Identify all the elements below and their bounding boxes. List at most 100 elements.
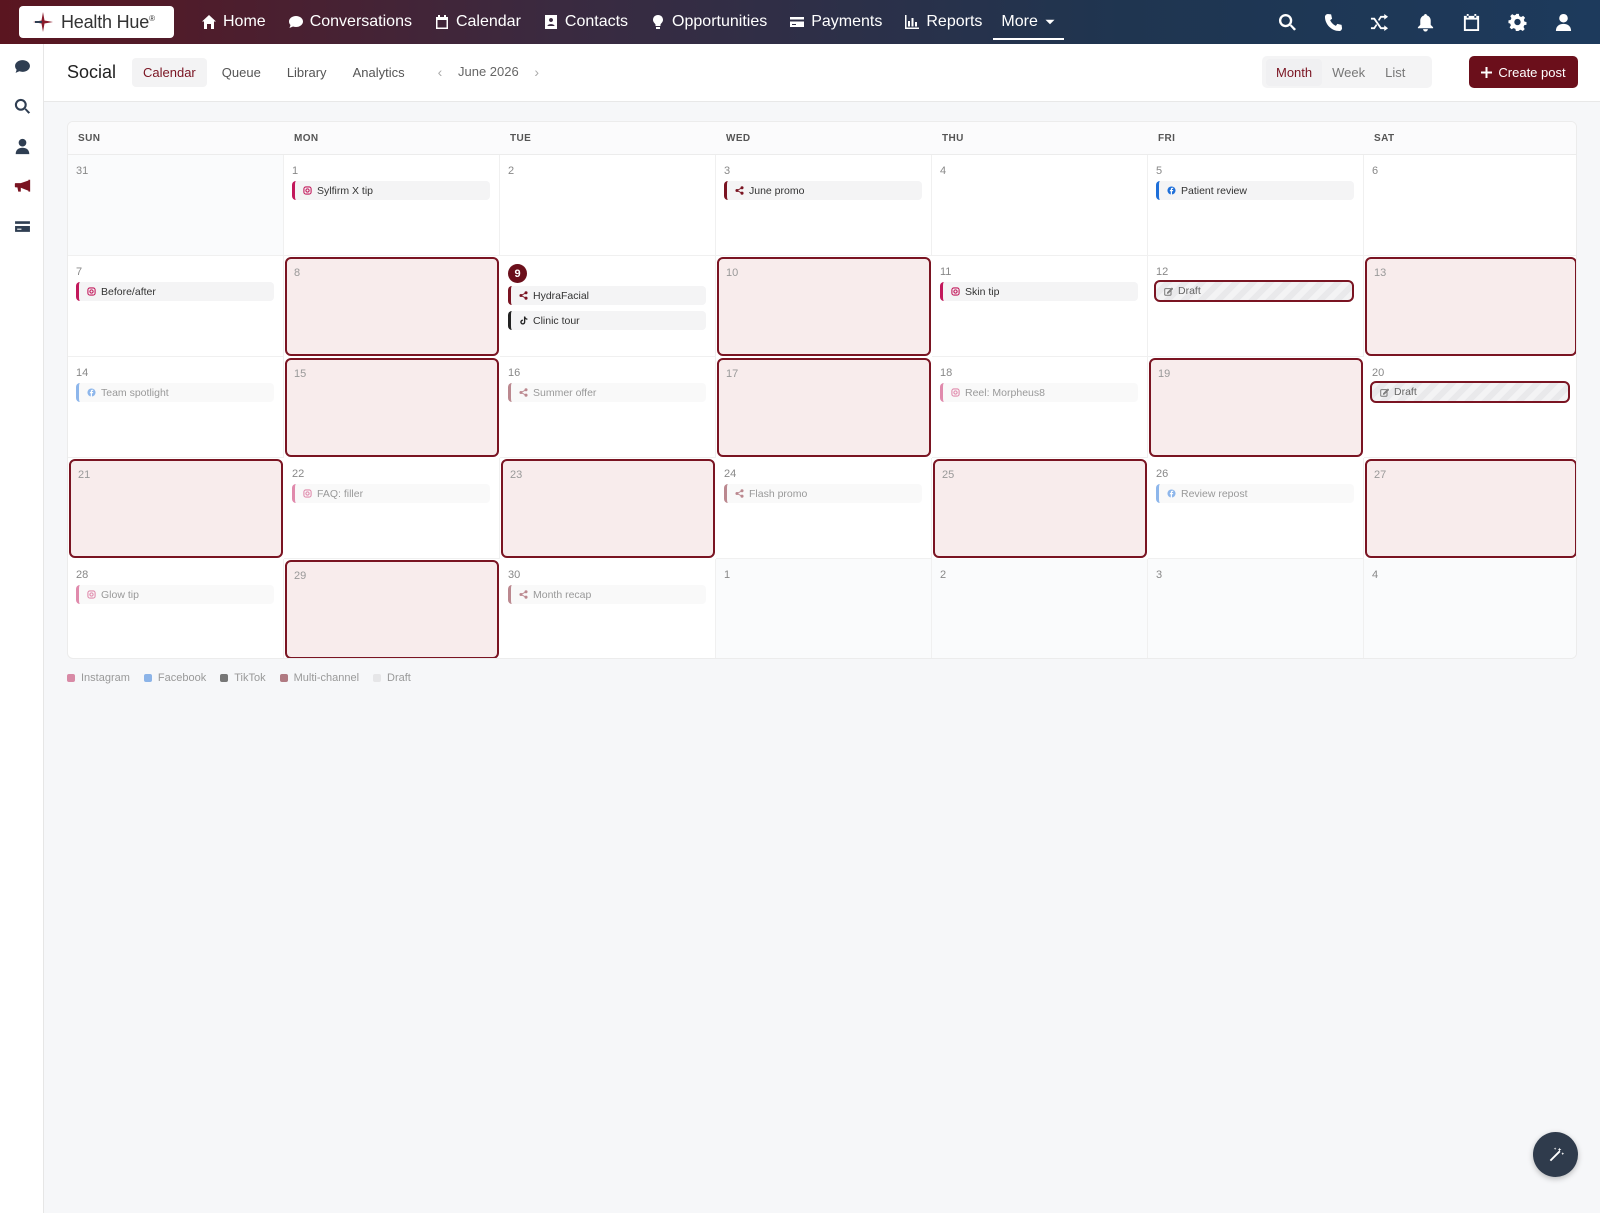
calendar-day-cell[interactable]: 1 Sylfirm X tip	[284, 155, 500, 256]
nav-home[interactable]: Home	[190, 0, 277, 44]
calendar-day-cell[interactable]: 22 FAQ: filler	[284, 458, 500, 559]
post-chip-multi-channel[interactable]: Summer offer	[508, 383, 706, 402]
post-chip-multi-channel[interactable]: HydraFacial	[508, 286, 706, 305]
rail-contacts[interactable]	[12, 136, 32, 156]
post-chip-multi-channel[interactable]: Month recap	[508, 585, 706, 604]
nav-search-button[interactable]	[1264, 0, 1310, 44]
create-post-button[interactable]: Create post	[1469, 56, 1578, 88]
post-chip-draft[interactable]: Draft	[1154, 280, 1354, 302]
post-chip-multi-channel[interactable]: June promo	[724, 181, 922, 200]
rail-payments[interactable]	[12, 216, 32, 236]
tab-calendar[interactable]: Calendar	[132, 58, 207, 87]
nav-settings-button[interactable]	[1494, 0, 1540, 44]
health-hue-logo-icon	[32, 11, 54, 33]
calendar-day-cell[interactable]: 20 Draft	[1364, 357, 1576, 458]
post-chip-instagram[interactable]: Reel: Morpheus8	[940, 383, 1138, 402]
nav-phone-button[interactable]	[1310, 0, 1356, 44]
calendar-day-cell[interactable]: 15	[285, 358, 499, 457]
calendar-day-cell[interactable]: 26 Review repost	[1148, 458, 1364, 559]
post-chip-instagram[interactable]: Sylfirm X tip	[292, 181, 490, 200]
post-chip-draft[interactable]: Draft	[1370, 381, 1570, 403]
post-chip-instagram[interactable]: FAQ: filler	[292, 484, 490, 503]
nav-payments[interactable]: Payments	[778, 0, 893, 44]
post-chip-facebook[interactable]: Team spotlight	[76, 383, 274, 402]
calendar-day-cell[interactable]: 25	[933, 459, 1147, 558]
calendar-day-cell[interactable]: 9 HydraFacial Clinic tour	[500, 256, 716, 357]
calendar-day-cell[interactable]: 24 Flash promo	[716, 458, 932, 559]
calendar-day-cell[interactable]: 28 Glow tip	[68, 559, 284, 658]
today-badge: 9	[508, 264, 527, 283]
calendar-day-cell[interactable]: 2	[932, 559, 1148, 658]
post-chip-instagram[interactable]: Skin tip	[940, 282, 1138, 301]
post-chip-label: Sylfirm X tip	[317, 184, 374, 197]
calendar-day-cell[interactable]: 30 Month recap	[500, 559, 716, 658]
calendar-day-cell[interactable]: 16 Summer offer	[500, 357, 716, 458]
legend-label: TikTok	[234, 672, 266, 684]
post-chip-multi-channel[interactable]: Flash promo	[724, 484, 922, 503]
calendar-day-cell[interactable]: 13	[1365, 257, 1576, 356]
post-chip-label: Review repost	[1181, 487, 1248, 500]
calendar-icon	[1463, 13, 1479, 31]
calendar-day-cell[interactable]: 17	[717, 358, 931, 457]
view-week-button[interactable]: Week	[1322, 59, 1375, 86]
nav-shuffle-button[interactable]	[1356, 0, 1402, 44]
post-chip-facebook[interactable]: Review repost	[1156, 484, 1354, 503]
calendar-day-cell[interactable]: 7 Before/after	[68, 256, 284, 357]
rail-search[interactable]	[12, 96, 32, 116]
month-label: June 2026	[458, 64, 519, 79]
calendar-day-cell[interactable]: 4	[1364, 559, 1576, 658]
nav-notifications-button[interactable]	[1402, 0, 1448, 44]
nav-calendar-button[interactable]	[1448, 0, 1494, 44]
calendar-day-cell[interactable]: 3 June promo	[716, 155, 932, 256]
day-number: 28	[76, 569, 89, 581]
calendar-day-cell[interactable]: 12 Draft	[1148, 256, 1364, 357]
nav-reports[interactable]: Reports	[893, 0, 993, 44]
calendar-day-cell[interactable]: 1	[716, 559, 932, 658]
nav-conversations[interactable]: Conversations	[277, 0, 423, 44]
legend-item: Instagram	[67, 672, 130, 684]
nav-home-label: Home	[223, 13, 266, 30]
nav-contacts[interactable]: Contacts	[532, 0, 639, 44]
bell-icon	[1417, 13, 1433, 32]
view-month-button[interactable]: Month	[1266, 58, 1323, 86]
brand-logo[interactable]: Health Hue®	[19, 6, 174, 38]
calendar-day-cell[interactable]: 31	[68, 155, 284, 256]
calendar-day-cell[interactable]: 27	[1365, 459, 1576, 558]
calendar-day-cell[interactable]: 29	[285, 560, 499, 658]
day-number: 4	[940, 165, 947, 177]
post-chip-facebook[interactable]: Patient review	[1156, 181, 1354, 200]
nav-more[interactable]: More	[993, 0, 1065, 44]
rail-social[interactable]	[12, 176, 32, 196]
calendar-day-cell[interactable]: 3	[1148, 559, 1364, 658]
tab-analytics[interactable]: Analytics	[342, 58, 416, 87]
calendar-day-cell[interactable]: 14 Team spotlight	[68, 357, 284, 458]
top-nav: Health Hue® Home Conversations Calendar …	[0, 0, 1600, 44]
chevron-right-icon[interactable]: ›	[531, 64, 543, 80]
calendar-day-cell[interactable]: 23	[501, 459, 715, 558]
magic-wand-button[interactable]	[1533, 1132, 1578, 1177]
calendar-day-cell[interactable]: 2	[500, 155, 716, 256]
calendar-day-cell[interactable]: 19	[1149, 358, 1363, 457]
calendar-day-cell[interactable]: 10	[717, 257, 931, 356]
calendar-day-cell[interactable]: 18 Reel: Morpheus8	[932, 357, 1148, 458]
calendar-day-cell[interactable]: 21	[69, 459, 283, 558]
post-chip-instagram[interactable]: Before/after	[76, 282, 274, 301]
post-chip-instagram[interactable]: Glow tip	[76, 585, 274, 604]
nav-opportunities[interactable]: Opportunities	[639, 0, 778, 44]
calendar-day-cell[interactable]: 6	[1364, 155, 1576, 256]
nav-more-label: More	[1001, 13, 1038, 30]
calendar-day-cell[interactable]: 4	[932, 155, 1148, 256]
calendar-day-cell[interactable]: 5 Patient review	[1148, 155, 1364, 256]
chevron-left-icon[interactable]: ‹	[434, 64, 446, 80]
calendar-day-cell[interactable]: 8	[285, 257, 499, 356]
nav-profile-button[interactable]	[1540, 0, 1586, 44]
tab-library[interactable]: Library	[276, 58, 338, 87]
legend-item: Multi-channel	[279, 672, 359, 684]
tab-queue[interactable]: Queue	[211, 58, 272, 87]
view-list-button[interactable]: List	[1375, 59, 1415, 86]
rail-conversations[interactable]	[12, 56, 32, 76]
post-chip-label: Team spotlight	[101, 386, 169, 399]
calendar-day-cell[interactable]: 11 Skin tip	[932, 256, 1148, 357]
post-chip-tiktok[interactable]: Clinic tour	[508, 311, 706, 330]
nav-calendar[interactable]: Calendar	[423, 0, 532, 44]
